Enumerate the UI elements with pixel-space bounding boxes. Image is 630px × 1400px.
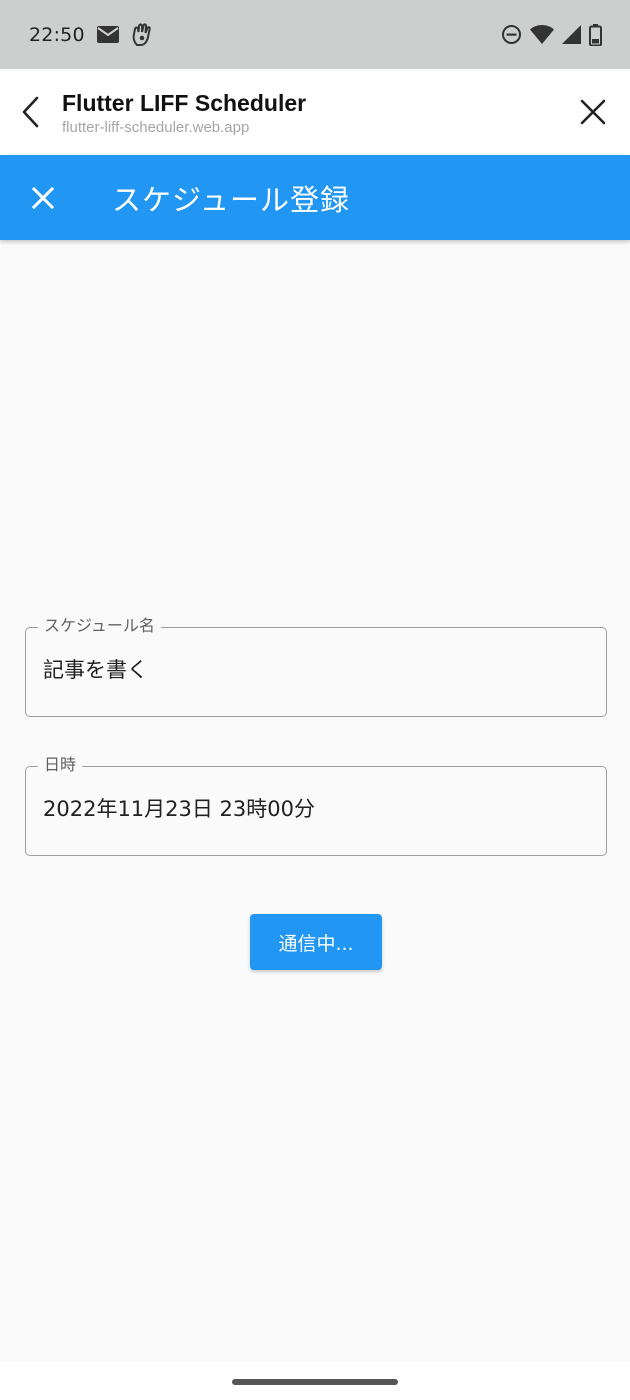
datetime-field[interactable]: 日時 2022年11月23日 23時00分 [25, 754, 607, 856]
status-time: 22:50 [29, 23, 85, 46]
signal-icon [562, 25, 581, 44]
hand-icon [131, 22, 153, 47]
liff-close-button[interactable] [556, 69, 630, 155]
liff-url: flutter-liff-scheduler.web.app [62, 118, 250, 136]
home-indicator[interactable] [232, 1379, 398, 1385]
battery-icon [589, 23, 602, 46]
liff-titles: Flutter LIFF Scheduler flutter-liff-sche… [62, 87, 556, 138]
submit-button[interactable]: 通信中... [250, 914, 382, 970]
back-button[interactable] [0, 69, 62, 155]
chevron-left-icon [22, 96, 39, 128]
status-right [501, 23, 602, 46]
mail-icon [96, 26, 119, 43]
schedule-name-label: スケジュール名 [38, 615, 161, 637]
schedule-name-input[interactable]: 記事を書く [43, 654, 583, 684]
page-title: スケジュール登録 [112, 182, 350, 217]
app-bar: スケジュール登録 [0, 155, 630, 240]
navigation-bar [0, 1362, 630, 1400]
close-icon [32, 186, 54, 209]
status-left: 22:50 [29, 22, 153, 47]
datetime-input[interactable]: 2022年11月23日 23時00分 [43, 793, 583, 823]
datetime-label: 日時 [38, 754, 83, 776]
close-icon [580, 99, 606, 125]
wifi-icon [530, 25, 554, 44]
liff-header: Flutter LIFF Scheduler flutter-liff-sche… [0, 69, 630, 155]
status-bar: 22:50 [0, 0, 630, 69]
liff-title: Flutter LIFF Scheduler [62, 89, 307, 116]
dnd-icon [501, 24, 522, 45]
appbar-close-button[interactable] [0, 155, 86, 240]
schedule-name-field[interactable]: スケジュール名 記事を書く [25, 615, 607, 717]
